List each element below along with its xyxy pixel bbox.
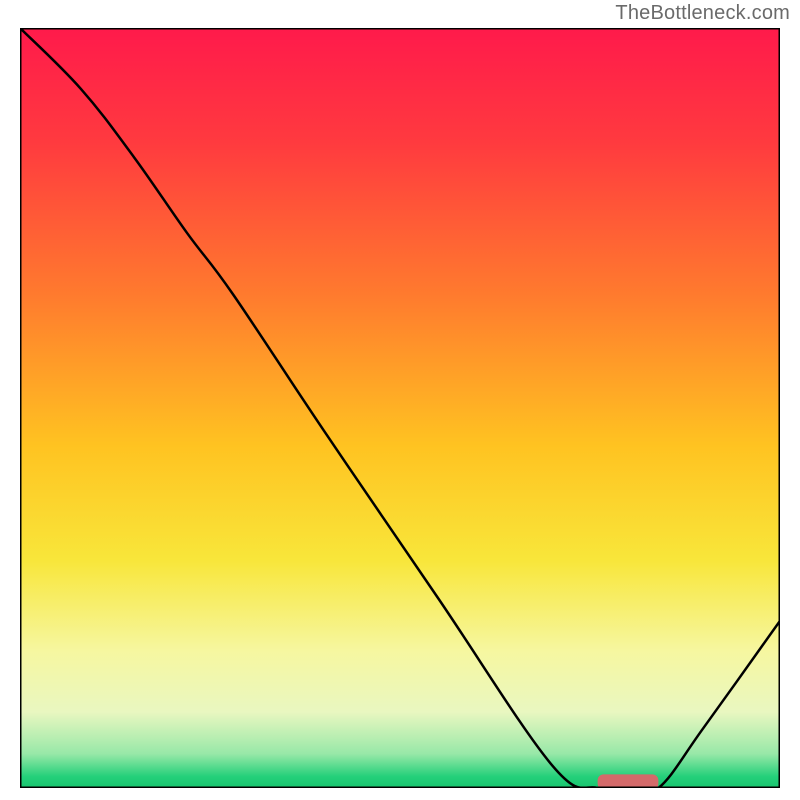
optimal-range-marker [598, 774, 659, 788]
watermark-text: TheBottleneck.com [615, 2, 790, 25]
chart-background [20, 28, 780, 788]
bottleneck-chart [20, 28, 780, 788]
chart-svg [20, 28, 780, 788]
